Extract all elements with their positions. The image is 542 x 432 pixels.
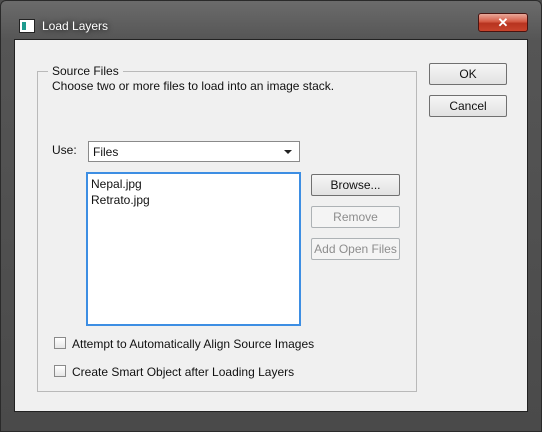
window-title: Load Layers	[42, 19, 109, 33]
dialog-window: Load Layers ✕ Source Files Choose two or…	[0, 0, 542, 432]
smart-object-label[interactable]: Create Smart Object after Loading Layers	[72, 365, 294, 379]
cancel-button[interactable]: Cancel	[429, 95, 507, 117]
close-icon: ✕	[497, 15, 509, 30]
auto-align-label[interactable]: Attempt to Automatically Align Source Im…	[72, 337, 314, 351]
source-files-legend: Source Files	[52, 64, 119, 78]
browse-button[interactable]: Browse...	[311, 174, 400, 196]
use-dropdown-value: Files	[93, 145, 119, 159]
list-item[interactable]: Nepal.jpg	[91, 176, 296, 192]
list-item[interactable]: Retrato.jpg	[91, 192, 296, 208]
close-button[interactable]: ✕	[478, 13, 528, 32]
use-label: Use:	[52, 143, 77, 157]
use-dropdown[interactable]: Files	[88, 141, 300, 162]
add-open-files-button[interactable]: Add Open Files	[311, 238, 400, 260]
title-bar[interactable]: Load Layers ✕	[1, 1, 542, 39]
file-listbox[interactable]: Nepal.jpg Retrato.jpg	[86, 172, 301, 326]
smart-object-checkbox[interactable]	[54, 365, 66, 377]
ok-button[interactable]: OK	[429, 63, 507, 85]
chevron-down-icon[interactable]	[284, 150, 292, 154]
dialog-body: Source Files Choose two or more files to…	[14, 39, 528, 412]
app-icon	[19, 19, 35, 33]
auto-align-checkbox[interactable]	[54, 337, 66, 349]
remove-button[interactable]: Remove	[311, 206, 400, 228]
description-text: Choose two or more files to load into an…	[52, 79, 335, 93]
